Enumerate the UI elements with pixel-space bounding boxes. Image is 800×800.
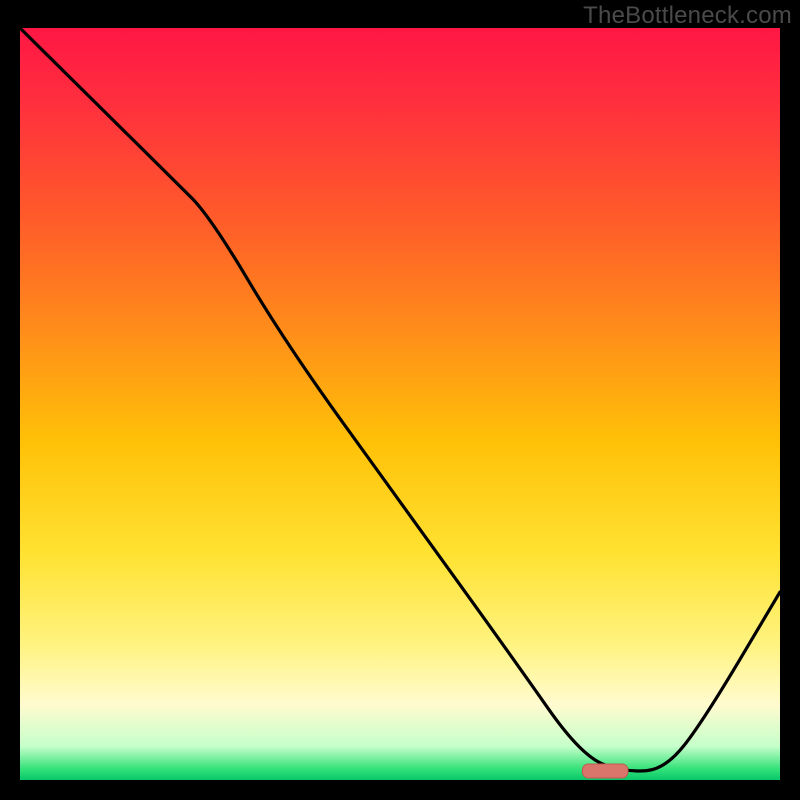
watermark-text: TheBottleneck.com: [583, 2, 792, 30]
optimum-marker: [582, 764, 628, 778]
bottleneck-curve: [20, 28, 780, 771]
plot-area: [20, 28, 780, 780]
chart-frame: TheBottleneck.com: [0, 0, 800, 800]
curve-overlay: [20, 28, 780, 780]
